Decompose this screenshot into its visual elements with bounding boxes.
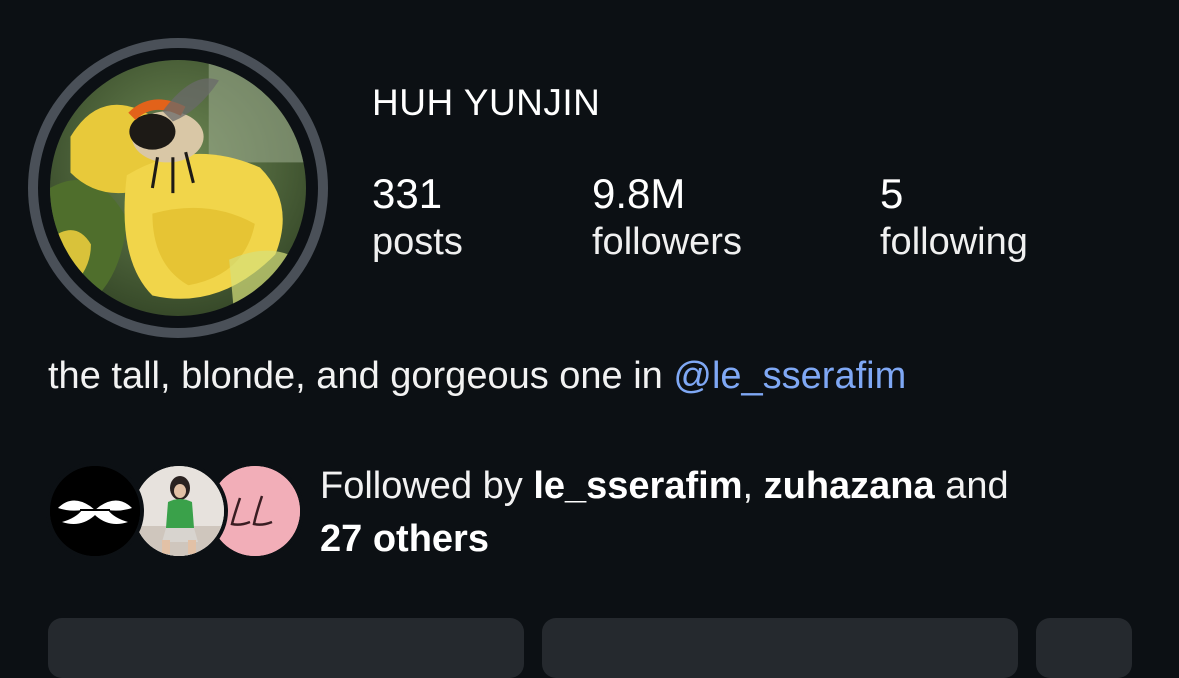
followed-by-avatars[interactable] xyxy=(46,462,306,562)
stat-posts[interactable]: 331 posts xyxy=(372,168,463,264)
followed-by-user2: zuhazana xyxy=(763,465,935,507)
suggested-users-button[interactable] xyxy=(1036,618,1132,678)
followed-by-sep: , xyxy=(742,465,764,507)
zuhazana-photo-avatar-icon xyxy=(130,462,228,560)
posts-count: 331 xyxy=(372,170,443,217)
followers-count: 9.8M xyxy=(592,170,686,217)
profile-avatar[interactable] xyxy=(28,38,328,338)
followed-by-and: and xyxy=(934,465,1009,507)
stat-following[interactable]: 5 following xyxy=(880,168,1028,264)
follow-button[interactable] xyxy=(48,618,524,678)
bio-mention-link[interactable]: @le_sserafim xyxy=(673,355,906,397)
le-sserafim-logo-avatar-icon xyxy=(46,462,144,560)
posts-label: posts xyxy=(372,221,463,263)
followed-by-others: 27 others xyxy=(320,518,489,560)
bumblebee-photo-icon xyxy=(50,60,306,316)
message-button[interactable] xyxy=(542,618,1018,678)
followers-label: followers xyxy=(592,221,742,263)
followed-by-text[interactable]: Followed by le_sserafim, zuhazana and 27 … xyxy=(320,460,1140,566)
bio-text: the tall, blonde, and gorgeous one in xyxy=(48,355,674,397)
followed-by-prefix: Followed by xyxy=(320,465,534,507)
profile-bio: the tall, blonde, and gorgeous one in @l… xyxy=(48,352,906,400)
following-label: following xyxy=(880,221,1028,263)
followed-by-user1: le_sserafim xyxy=(533,465,743,507)
avatar-ring xyxy=(38,48,318,328)
stat-followers[interactable]: 9.8M followers xyxy=(592,168,742,264)
profile-username: HUH YUNJIN xyxy=(372,82,601,123)
following-count: 5 xyxy=(880,170,904,217)
